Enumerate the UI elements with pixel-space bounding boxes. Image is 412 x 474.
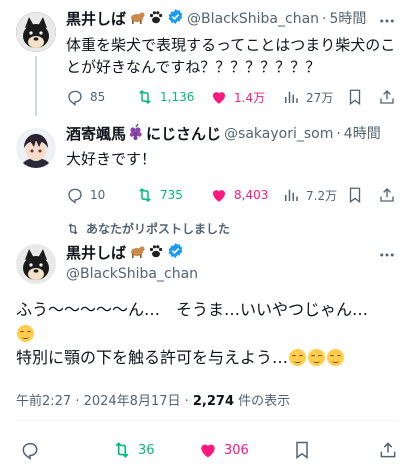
like-count: 1.4万: [234, 90, 266, 105]
reply-count: 10: [90, 188, 106, 202]
relieved-emoji-icon: [289, 349, 307, 366]
analytics-icon: [285, 91, 298, 103]
reply-button[interactable]: 10: [66, 186, 105, 204]
separator-dot: ·: [336, 126, 341, 142]
author-name[interactable]: 黒井しば: [66, 243, 126, 263]
repost-button[interactable]: 1,136: [136, 88, 194, 106]
like-button[interactable]: 1.4万: [210, 88, 265, 106]
repost-button[interactable]: 735: [136, 186, 183, 204]
more-options-icon[interactable]: [378, 12, 396, 34]
tweet-time[interactable]: 5時間: [329, 9, 366, 29]
like-button[interactable]: 306: [198, 440, 249, 460]
author-name[interactable]: 黒井しば: [66, 9, 126, 29]
avatar-blackshiba[interactable]: [16, 244, 56, 284]
bookmark-icon[interactable]: [346, 88, 364, 110]
views-button[interactable]: 7.2万: [282, 186, 337, 204]
shiba-avatar-icon: [16, 244, 56, 284]
repost-banner-text: あなたがリポストしました: [86, 222, 231, 236]
repost-button[interactable]: 36: [112, 440, 155, 460]
more-options-icon[interactable]: [378, 246, 396, 268]
repost-count: 36: [138, 442, 155, 458]
main-tweet-text: ふう～～～～～ん… そうま…いいやつじゃん… 特別に顎の下を触る許可を与えよう…: [16, 298, 400, 370]
tweet-timestamp[interactable]: 午前2:27 · 2024年8月17日 ·: [16, 394, 193, 409]
relieved-emoji-icon: [327, 349, 345, 366]
grapes-emoji-icon: [129, 123, 143, 144]
reply-icon: [68, 188, 82, 204]
views-suffix: 件の表示: [234, 394, 291, 409]
main-text-line-1: ふう～～～～～ん… そうま…いいやつじゃん…: [16, 300, 369, 319]
heart-filled-icon: [213, 92, 225, 104]
avatar-blackshiba[interactable]: [16, 12, 56, 52]
author-suffix: にじさんじ: [146, 125, 222, 143]
main-text-line-2: 特別に顎の下を触る許可を与えよう…: [16, 346, 400, 370]
share-icon[interactable]: [378, 440, 398, 464]
view-count: 2,274: [192, 394, 235, 409]
anime-avatar-icon: [16, 128, 56, 168]
view-count: 7.2万: [306, 188, 338, 203]
reply-icon: [22, 443, 38, 460]
tweet-time[interactable]: 4時間: [344, 124, 381, 144]
heart-filled-icon: [201, 444, 215, 458]
author-handle[interactable]: @sakayori_som: [224, 124, 333, 144]
dog-emoji-icon: [129, 243, 145, 263]
reply-button[interactable]: 85: [66, 88, 105, 106]
tweet-text: 体重を柴犬で表現するってことはつまり柴犬のことが好きなんですね？？？？？？？？: [66, 36, 396, 76]
repost-icon: [139, 89, 151, 105]
bookmark-icon[interactable]: [346, 186, 364, 208]
main-author-row: 黒井しば: [66, 242, 184, 263]
relieved-emoji-icon: [16, 322, 400, 346]
bookmark-icon[interactable]: [292, 440, 312, 464]
divider: [16, 420, 396, 421]
separator-dot: ·: [322, 10, 327, 27]
tweet-meta: 午前2:27 · 2024年8月17日 · 2,274 件の表示: [16, 390, 290, 409]
share-icon[interactable]: [378, 186, 396, 208]
reply-icon: [68, 90, 82, 106]
author-handle[interactable]: @BlackShiba_chan: [187, 9, 319, 29]
like-count: 306: [224, 442, 249, 458]
repost-banner: あなたがリポストしました: [66, 220, 230, 237]
thread-connector-line: [35, 56, 37, 116]
verified-badge-icon: [167, 242, 184, 263]
repost-count: 735: [160, 188, 183, 202]
views-button[interactable]: 27万: [282, 88, 333, 106]
author-name[interactable]: 酒寄颯馬: [66, 124, 126, 144]
like-button[interactable]: 8,403: [210, 186, 268, 204]
share-icon[interactable]: [378, 88, 396, 110]
heart-filled-icon: [213, 190, 225, 202]
tweet-header: 酒寄颯馬 にじさんじ @sakayori_som · 4時間: [66, 123, 381, 144]
shiba-avatar-icon: [16, 12, 56, 52]
analytics-icon: [285, 189, 298, 201]
like-count: 8,403: [234, 188, 269, 202]
dog-emoji-icon: [129, 9, 145, 29]
repost-small-icon: [68, 222, 78, 235]
view-count: 27万: [306, 90, 334, 105]
verified-badge-icon: [167, 8, 184, 29]
reply-button[interactable]: [20, 440, 40, 460]
paw-emoji-icon: [148, 243, 164, 263]
author-handle[interactable]: @BlackShiba_chan: [66, 264, 198, 284]
relieved-emoji-icon: [308, 349, 326, 366]
repost-icon: [139, 187, 151, 203]
avatar-sakayori[interactable]: [16, 128, 56, 168]
paw-emoji-icon: [148, 9, 164, 29]
repost-count: 1,136: [160, 90, 195, 104]
reply-count: 85: [90, 90, 106, 104]
repost-icon: [115, 442, 129, 458]
tweet-header: 黒井しば @BlackShiba_chan · 5時間: [66, 8, 366, 29]
tweet-text: 大好きです！: [66, 150, 157, 168]
